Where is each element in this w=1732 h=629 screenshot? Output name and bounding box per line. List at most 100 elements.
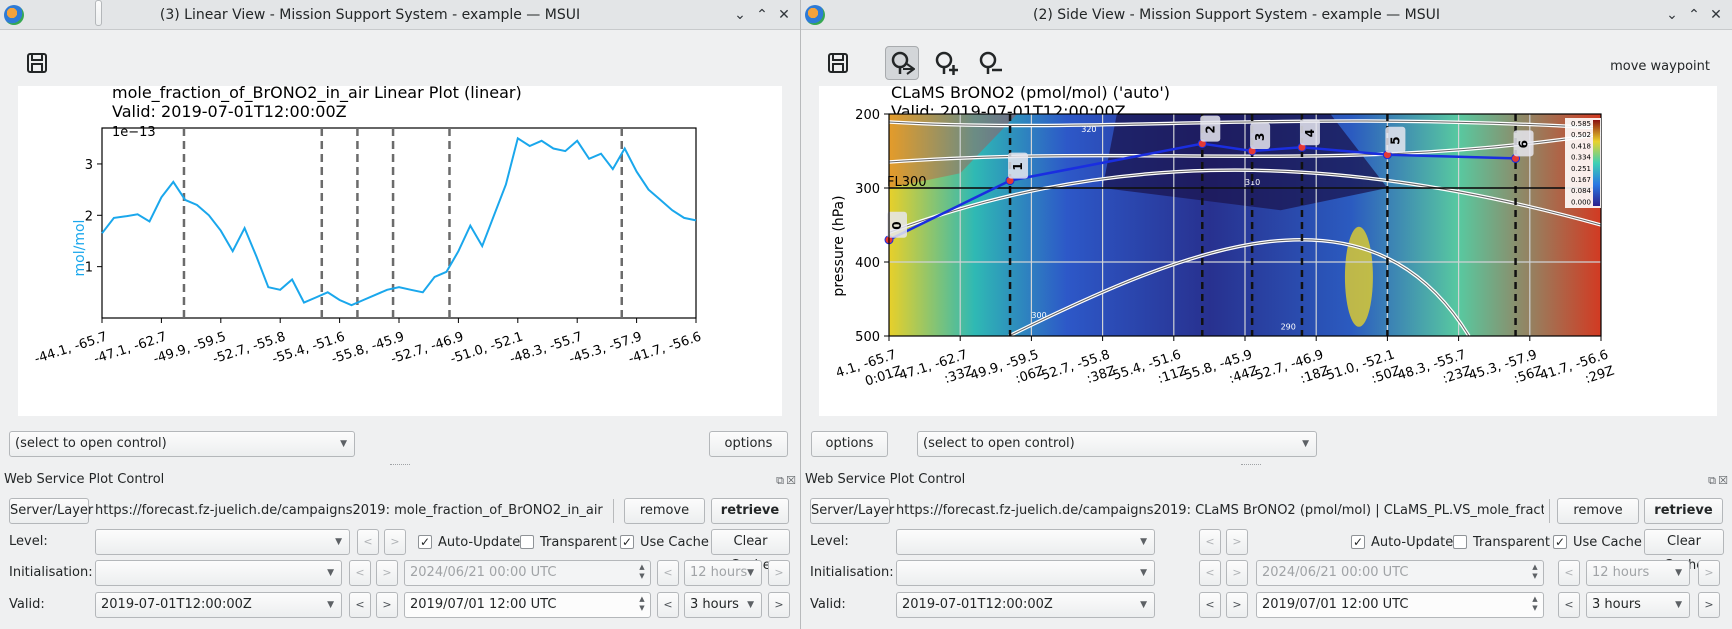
init-select[interactable]: ▼: [896, 560, 1155, 586]
delete-waypoint-icon: [979, 51, 1002, 74]
remove-button[interactable]: remove: [1557, 498, 1639, 524]
close-icon[interactable]: ✕: [774, 5, 794, 25]
contour-label: 290: [1281, 322, 1296, 331]
init-step-next-button[interactable]: >: [1698, 560, 1720, 586]
flight-level-label: FL300: [887, 175, 927, 190]
valid-step-prev-button[interactable]: <: [657, 592, 679, 618]
init-next-button[interactable]: >: [1226, 560, 1248, 586]
contour-label: 320: [1081, 125, 1096, 134]
side-plot-svg: CLaMS BrONO2 (pmol/mol) ('auto') Valid: …: [831, 86, 1616, 390]
data-series-line: [101, 136, 697, 307]
server-layer-button[interactable]: Server/Layer: [9, 498, 93, 524]
auto-update-checkbox[interactable]: ✓ Auto-Update: [1351, 533, 1453, 551]
init-label: Initialisation:: [9, 565, 93, 580]
save-button[interactable]: [821, 46, 855, 80]
init-step-select[interactable]: 12 hours ▼: [684, 560, 762, 586]
retrieve-button[interactable]: retrieve: [711, 498, 789, 524]
layer-text: https://forecast.fz-juelich.de/campaigns…: [95, 503, 606, 518]
level-next-button[interactable]: >: [1226, 529, 1248, 555]
valid-step-next-button[interactable]: >: [1698, 592, 1720, 618]
layer-text: https://forecast.fz-juelich.de/campaigns…: [896, 503, 1544, 518]
contour-label: 300: [1031, 311, 1046, 320]
options-button[interactable]: options: [811, 431, 888, 457]
level-prev-button[interactable]: <: [357, 529, 379, 555]
valid-step-select[interactable]: 3 hours ▼: [1586, 592, 1690, 618]
separator: [1549, 499, 1550, 523]
clear-cache-button[interactable]: Clear Cache: [1644, 529, 1724, 573]
wms-dock-header: Web Service Plot Control ⧉ ☒: [801, 472, 1732, 490]
y-tick-label: 400: [855, 256, 880, 271]
colorbar-label: 0.000: [1571, 198, 1591, 206]
splitter-handle[interactable]: [390, 464, 410, 468]
remove-button[interactable]: remove: [624, 498, 705, 524]
valid-label: Valid:: [9, 597, 45, 612]
valid-prev-button[interactable]: <: [349, 592, 371, 618]
use-cache-checkbox[interactable]: ✓ Use Cache: [1553, 533, 1642, 551]
window-title: (3) Linear View - Mission Support System…: [159, 7, 581, 23]
waypoint-label: 3: [1253, 133, 1267, 141]
wms-dock-title: Web Service Plot Control: [4, 472, 165, 487]
waypoint-label: 2: [1203, 125, 1217, 133]
control-select[interactable]: (select to open control) ▼: [9, 431, 355, 457]
titlebar: (2) Side View - Mission Support System -…: [801, 0, 1732, 30]
dock-float-close-icons[interactable]: ⧉ ☒: [1708, 474, 1728, 488]
y-tick-label: 2: [85, 209, 93, 224]
valid-next-button[interactable]: >: [376, 592, 398, 618]
valid-next-button[interactable]: >: [1226, 592, 1248, 618]
level-select[interactable]: ▼: [95, 529, 350, 555]
server-layer-button[interactable]: Server/Layer: [810, 498, 894, 524]
init-select-box[interactable]: ▼: [95, 560, 342, 586]
splitter-handle[interactable]: [1241, 464, 1261, 468]
maximize-icon[interactable]: ⌃: [1684, 5, 1704, 25]
transparent-checkbox[interactable]: Transparent: [520, 533, 617, 551]
init-step-next-button[interactable]: >: [768, 560, 790, 586]
valid-step-prev-button[interactable]: <: [1558, 592, 1580, 618]
init-time-field[interactable]: 2024/06/21 00:00 UTC ▲ ▼: [404, 560, 651, 586]
init-time-field[interactable]: 2024/06/21 00:00 UTC ▲ ▼: [1256, 560, 1544, 586]
init-next-button[interactable]: >: [376, 560, 398, 586]
move-waypoint-button[interactable]: [885, 46, 919, 80]
init-prev-button[interactable]: <: [349, 560, 371, 586]
minimize-icon[interactable]: ⌄: [1662, 5, 1682, 25]
colorbar-label: 0.251: [1571, 165, 1591, 173]
init-step-prev-button[interactable]: <: [1558, 560, 1580, 586]
init-step-select[interactable]: 12 hours ▼: [1586, 560, 1690, 586]
titlebar: (3) Linear View - Mission Support System…: [0, 0, 800, 30]
insert-waypoint-button[interactable]: [929, 46, 963, 80]
control-select[interactable]: (select to open control) ▼: [917, 431, 1317, 457]
valid-time-field[interactable]: 2019/07/01 12:00 UTC ▲ ▼: [404, 592, 651, 618]
save-button[interactable]: [20, 46, 54, 80]
valid-step-select[interactable]: 3 hours ▼: [684, 592, 762, 618]
valid-prev-button[interactable]: <: [1199, 592, 1221, 618]
valid-select[interactable]: 2019-07-01T12:00:00Z ▼: [95, 592, 342, 618]
linear-plot-svg: mole_fraction_of_BrONO2_in_air Linear Pl…: [33, 86, 703, 367]
dock-float-close-icons[interactable]: ⧉ ☒: [776, 474, 796, 488]
y-tick-label: 3: [85, 158, 93, 173]
valid-select[interactable]: 2019-07-01T12:00:00Z ▼: [896, 592, 1155, 618]
retrieve-button[interactable]: retrieve: [1644, 498, 1723, 524]
wms-dock-header: Web Service Plot Control ⧉ ☒: [0, 472, 800, 490]
maximize-icon[interactable]: ⌃: [752, 5, 772, 25]
clear-cache-button[interactable]: Clear Cache: [711, 529, 790, 573]
auto-update-checkbox[interactable]: ✓ Auto-Update: [418, 533, 520, 551]
level-next-button[interactable]: >: [384, 529, 406, 555]
minimize-icon[interactable]: ⌄: [730, 5, 750, 25]
level-prev-button[interactable]: <: [1199, 529, 1221, 555]
init-select[interactable]: [95, 0, 102, 26]
init-step-prev-button[interactable]: <: [657, 560, 679, 586]
transparent-checkbox[interactable]: Transparent: [1453, 533, 1550, 551]
save-icon: [27, 53, 47, 73]
separator: [613, 499, 614, 523]
plot-title: mole_fraction_of_BrONO2_in_air Linear Pl…: [112, 86, 522, 103]
use-cache-checkbox[interactable]: ✓ Use Cache: [620, 533, 709, 551]
options-button[interactable]: options: [709, 431, 788, 457]
wms-dock-title: Web Service Plot Control: [805, 472, 966, 487]
delete-waypoint-button[interactable]: [973, 46, 1007, 80]
init-prev-button[interactable]: <: [1199, 560, 1221, 586]
close-icon[interactable]: ✕: [1706, 5, 1726, 25]
move-waypoint-icon: [891, 51, 915, 75]
valid-time-field[interactable]: 2019/07/01 12:00 UTC ▲ ▼: [1256, 592, 1544, 618]
valid-step-next-button[interactable]: >: [768, 592, 790, 618]
level-select[interactable]: ▼: [896, 529, 1155, 555]
linear-plot: mole_fraction_of_BrONO2_in_air Linear Pl…: [18, 86, 782, 416]
